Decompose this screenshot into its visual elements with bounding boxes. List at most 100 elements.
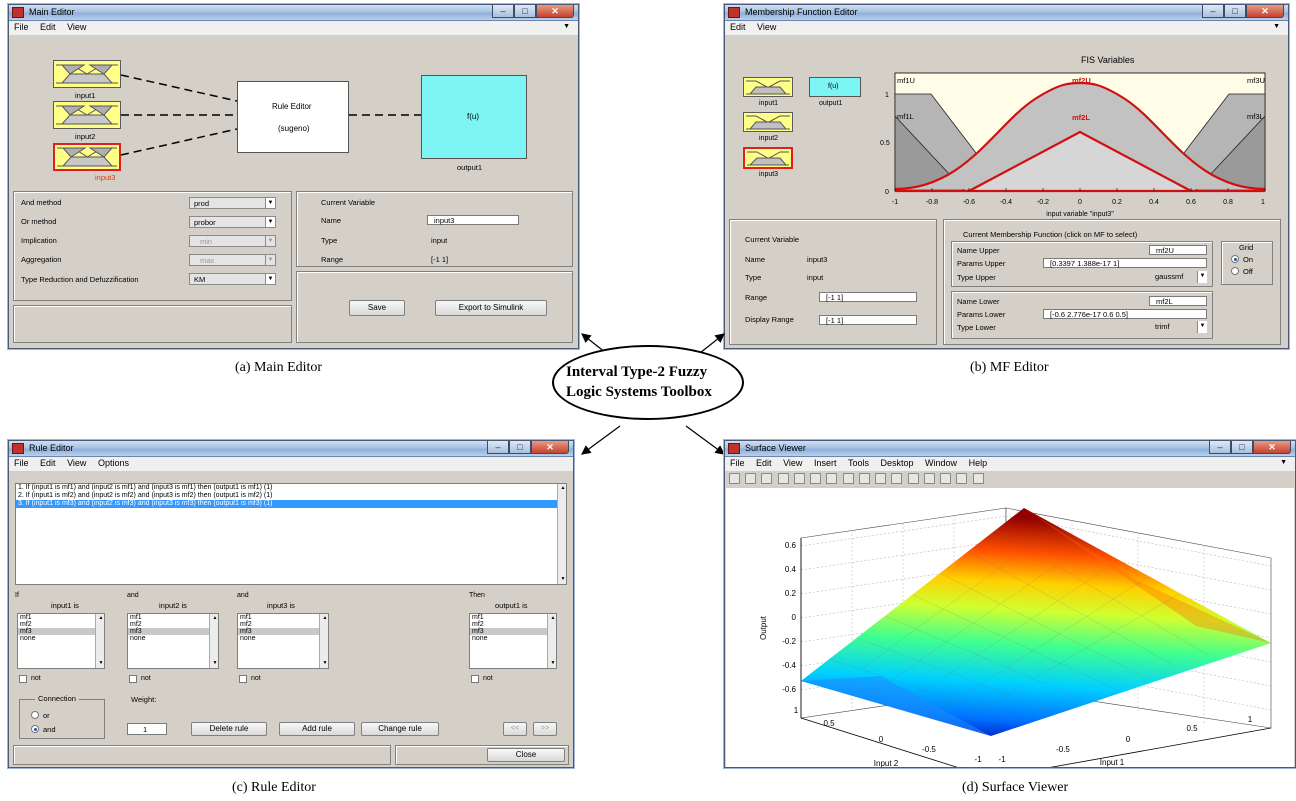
output1-not-checkbox[interactable] <box>471 675 479 683</box>
list-item[interactable]: none <box>128 635 218 642</box>
input1-mf-list[interactable]: mf1 mf2 mf3 none ▲ ▼ <box>17 613 105 669</box>
list-scrollbar[interactable]: ▲ ▼ <box>95 614 104 668</box>
pan-icon[interactable] <box>842 473 854 484</box>
menu-edit[interactable]: Edit <box>40 458 56 468</box>
list-item[interactable]: mf2 <box>238 621 328 628</box>
type-upper-select[interactable]: gaussmf ▼ <box>1145 271 1207 283</box>
output-block[interactable]: f(u) <box>421 75 527 159</box>
list-scrollbar[interactable]: ▲ ▼ <box>547 614 556 668</box>
prev-rule-button[interactable]: << <box>503 722 527 736</box>
maximize-button[interactable]: □ <box>514 5 536 18</box>
input3-not-checkbox[interactable] <box>239 675 247 683</box>
list-item[interactable]: none <box>18 635 104 642</box>
fis-var-input3[interactable] <box>743 147 793 169</box>
cv-name-field[interactable]: input3 <box>427 215 519 225</box>
add-rule-button[interactable]: Add rule <box>279 722 355 736</box>
type-lower-select[interactable]: trimf ▼ <box>1145 321 1207 333</box>
rule-item[interactable]: 3. If (input1 is mf3) and (input2 is mf3… <box>16 500 566 508</box>
list-item[interactable]: mf3 <box>470 628 556 635</box>
minimize-button[interactable]: – <box>1202 5 1224 18</box>
maximize-button[interactable]: □ <box>509 441 531 454</box>
close-button[interactable]: ✕ <box>1253 441 1291 454</box>
legend-icon[interactable] <box>940 473 952 484</box>
and-method-select[interactable]: prod ▼ <box>189 197 276 209</box>
menu-edit[interactable]: Edit <box>40 22 56 32</box>
list-item[interactable]: mf1 <box>128 614 218 621</box>
save-button[interactable]: Save <box>349 300 405 316</box>
colorbar-icon[interactable] <box>923 473 935 484</box>
export-to-simulink-button[interactable]: Export to Simulink <box>435 300 547 316</box>
menu-view[interactable]: View <box>67 22 86 32</box>
weight-field[interactable]: 1 <box>127 723 167 735</box>
connection-and-radio[interactable] <box>31 725 39 733</box>
output1-mf-list[interactable]: mf1 mf2 mf3 none ▲ ▼ <box>469 613 557 669</box>
input2-not-checkbox[interactable] <box>129 675 137 683</box>
input1-block[interactable] <box>53 60 121 88</box>
hide-tools-icon[interactable] <box>956 473 968 484</box>
list-item[interactable]: mf1 <box>238 614 328 621</box>
rule-editor-titlebar[interactable]: Rule Editor – □ ✕ <box>9 441 573 457</box>
menu-view[interactable]: View <box>757 22 776 32</box>
name-upper-field[interactable]: mf2U <box>1149 245 1207 255</box>
mf-plot[interactable]: mf1U mf2U mf3U mf1L mf2L mf3L 0 0.5 1 -1… <box>875 65 1285 225</box>
menu-insert[interactable]: Insert <box>814 458 837 468</box>
zoom-in-icon[interactable] <box>810 473 822 484</box>
list-item[interactable]: mf2 <box>128 621 218 628</box>
menu-window[interactable]: Window <box>925 458 957 468</box>
menu-options[interactable]: Options <box>98 458 129 468</box>
fis-var-input1[interactable] <box>743 77 793 97</box>
input2-mf-list[interactable]: mf1 mf2 mf3 none ▲ ▼ <box>127 613 219 669</box>
params-lower-field[interactable]: [-0.6 2.776e-17 0.6 0.5] <box>1043 309 1207 319</box>
close-button[interactable]: ✕ <box>536 5 574 18</box>
menu-desktop[interactable]: Desktop <box>881 458 914 468</box>
connection-or-radio[interactable] <box>31 711 39 719</box>
mf-cv-display-range-field[interactable]: [-1 1] <box>819 315 917 325</box>
list-item[interactable]: mf1 <box>470 614 556 621</box>
menu-view[interactable]: View <box>783 458 802 468</box>
new-figure-icon[interactable] <box>729 473 740 484</box>
maximize-button[interactable]: □ <box>1224 5 1246 18</box>
fis-var-input2[interactable] <box>743 112 793 132</box>
close-button[interactable]: Close <box>487 748 565 762</box>
grid-off-radio[interactable] <box>1231 267 1239 275</box>
maximize-button[interactable]: □ <box>1231 441 1253 454</box>
input3-block[interactable] <box>53 143 121 171</box>
menu-file[interactable]: File <box>730 458 745 468</box>
list-item[interactable]: mf2 <box>18 621 104 628</box>
pointer-icon[interactable] <box>793 473 805 484</box>
list-item[interactable]: mf1 <box>18 614 104 621</box>
minimize-button[interactable]: – <box>487 441 509 454</box>
list-item[interactable]: none <box>238 635 328 642</box>
open-file-icon[interactable] <box>745 473 757 484</box>
menu-help[interactable]: Help <box>969 458 988 468</box>
data-cursor-icon[interactable] <box>875 473 887 484</box>
brush-icon[interactable] <box>891 473 903 484</box>
input1-not-checkbox[interactable] <box>19 675 27 683</box>
chevron-down-icon[interactable]: ▼ <box>1273 23 1280 30</box>
list-item[interactable]: mf3 <box>18 628 104 635</box>
list-scrollbar[interactable]: ▲ ▼ <box>319 614 328 668</box>
input2-block[interactable] <box>53 101 121 129</box>
minimize-button[interactable]: – <box>492 5 514 18</box>
chevron-down-icon[interactable]: ▼ <box>563 23 570 30</box>
list-item[interactable]: mf3 <box>238 628 328 635</box>
list-item[interactable]: none <box>470 635 556 642</box>
rules-scrollbar[interactable]: ▲ ▼ <box>557 484 566 584</box>
input3-mf-list[interactable]: mf1 mf2 mf3 none ▲ ▼ <box>237 613 329 669</box>
show-tools-icon[interactable] <box>972 473 984 484</box>
mf-cv-range-field[interactable]: [-1 1] <box>819 292 917 302</box>
grid-on-radio[interactable] <box>1231 255 1239 263</box>
next-rule-button[interactable]: >> <box>533 722 557 736</box>
type-reduction-select[interactable]: KM ▼ <box>189 273 276 285</box>
close-button[interactable]: ✕ <box>1246 5 1284 18</box>
rules-list[interactable]: 1. If (input1 is mf1) and (input2 is mf1… <box>15 483 567 585</box>
menu-tools[interactable]: Tools <box>848 458 869 468</box>
mf-editor-titlebar[interactable]: Membership Function Editor – □ ✕ <box>725 5 1288 21</box>
rule-item[interactable]: 1. If (input1 is mf1) and (input2 is mf1… <box>16 484 566 492</box>
delete-rule-button[interactable]: Delete rule <box>191 722 267 736</box>
or-method-select[interactable]: probor ▼ <box>189 216 276 228</box>
implication-select[interactable]: min ▼ <box>189 235 276 247</box>
list-item[interactable]: mf3 <box>128 628 218 635</box>
change-rule-button[interactable]: Change rule <box>361 722 439 736</box>
aggregation-select[interactable]: max ▼ <box>189 254 276 266</box>
